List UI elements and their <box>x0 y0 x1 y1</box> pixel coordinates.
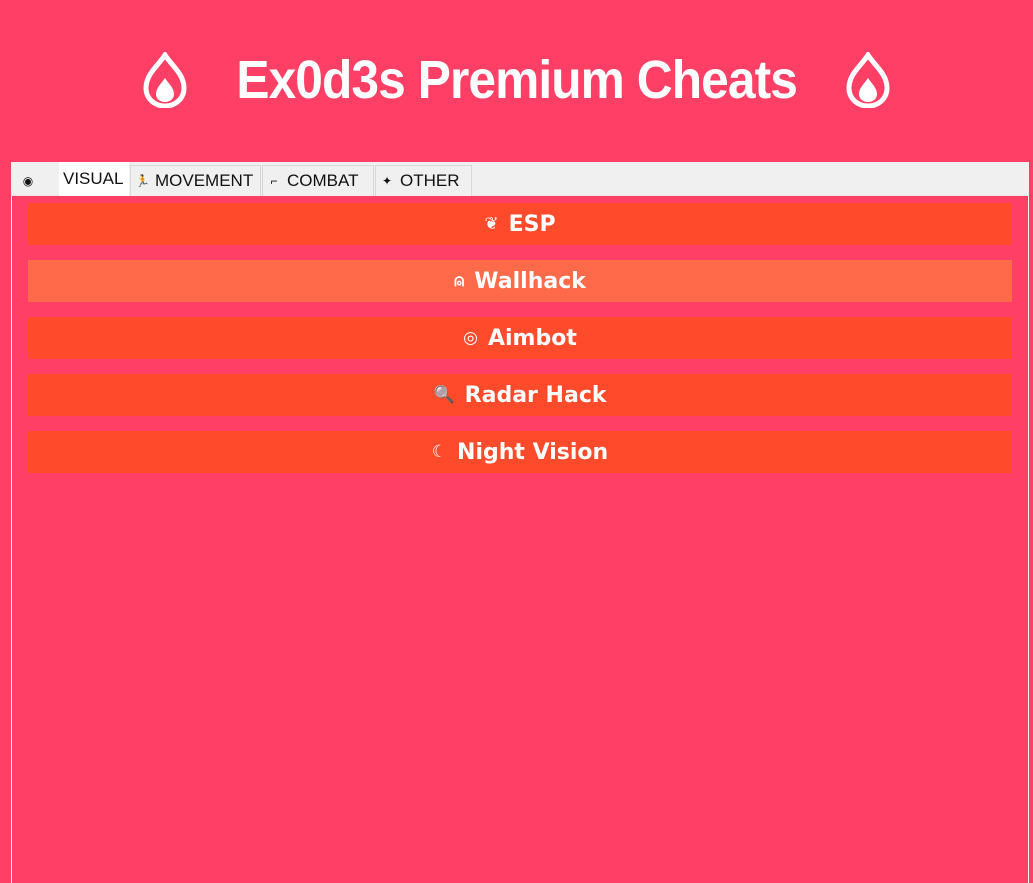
button-label: Night Vision <box>457 439 609 465</box>
button-label: Wallhack <box>474 268 586 294</box>
tab-bar: ◉ VISUAL 🏃 MOVEMENT ⌐ COMBAT ✦ OTHER <box>11 162 1029 196</box>
sparkle-icon: ✦ <box>381 174 393 188</box>
radar-hack-button[interactable]: 🔍 Radar Hack <box>28 374 1012 416</box>
tab-visual[interactable]: VISUAL <box>59 162 129 196</box>
eye-icon: ◉ <box>22 173 34 188</box>
tab-label: VISUAL <box>63 169 124 188</box>
tab-combat[interactable]: ⌐ COMBAT <box>262 165 374 196</box>
esp-button[interactable]: ❦ ESP <box>28 203 1012 245</box>
gun-icon: ⌐ <box>270 174 278 188</box>
tab-other[interactable]: ✦ OTHER <box>375 165 472 196</box>
feature-button-list: ❦ ESP ⍝ Wallhack ◎ Aimbot 🔍 Radar Hack ☾… <box>28 203 1012 488</box>
app-window: Ex0d3s Premium Cheats ◉ VISUAL 🏃 MOVEMEN… <box>0 0 1033 883</box>
tab-eye[interactable]: ◉ <box>17 165 45 196</box>
ghost-icon: ⍝ <box>454 271 465 291</box>
button-label: Radar Hack <box>464 382 607 408</box>
tab-movement[interactable]: 🏃 MOVEMENT <box>130 165 261 196</box>
header: Ex0d3s Premium Cheats <box>0 0 1033 160</box>
button-label: ESP <box>508 211 556 237</box>
target-icon: ◎ <box>463 328 478 348</box>
tab-panel: ◉ VISUAL 🏃 MOVEMENT ⌐ COMBAT ✦ OTHER ❦ E… <box>11 162 1029 883</box>
moon-icon: ☾ <box>431 442 448 462</box>
magnifier-icon: 🔍 <box>433 385 455 405</box>
aimbot-button[interactable]: ◎ Aimbot <box>28 317 1012 359</box>
tab-label: OTHER <box>400 171 460 190</box>
app-title: Ex0d3s Premium Cheats <box>236 50 797 110</box>
tab-label: MOVEMENT <box>155 171 254 190</box>
flame-icon <box>846 52 890 108</box>
flame-icon <box>143 52 187 108</box>
button-label: Aimbot <box>487 325 577 351</box>
night-vision-button[interactable]: ☾ Night Vision <box>28 431 1012 473</box>
feather-icon: ❦ <box>484 214 499 234</box>
runner-icon: 🏃 <box>135 174 150 188</box>
wallhack-button[interactable]: ⍝ Wallhack <box>28 260 1012 302</box>
tab-label: COMBAT <box>287 171 359 190</box>
